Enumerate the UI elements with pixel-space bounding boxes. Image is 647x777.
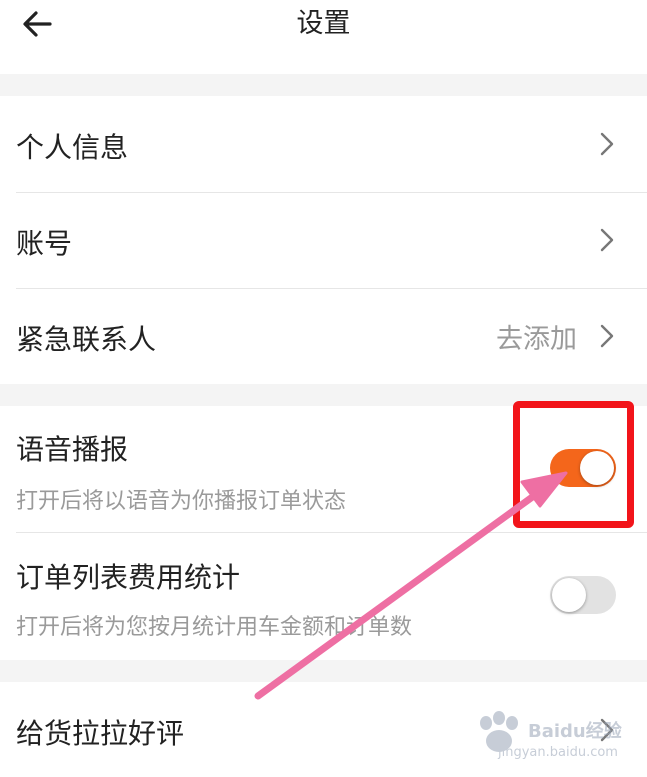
chevron-right-icon [600,228,614,252]
chevron-right-icon [600,132,614,156]
settings-item-account[interactable]: 账号 [0,192,647,288]
settings-group-account: 个人信息 账号 紧急联系人 去添加 [0,96,647,384]
header-bar: 设置 [0,0,647,74]
settings-item-label: 账号 [16,227,73,260]
settings-item-emergency-contact[interactable]: 紧急联系人 去添加 [0,288,647,384]
settings-item-order-fee-stats: 订单列表费用统计 打开后将为您按月统计用车金额和订单数 [0,532,647,660]
settings-item-label: 个人信息 [16,131,129,164]
highlight-box [513,401,634,528]
settings-item-label: 语音播报 [16,433,129,466]
chevron-right-icon [600,324,614,348]
watermark-brand: Baidu经验 [528,721,622,742]
settings-item-label: 给货拉拉好评 [16,717,185,750]
settings-item-description: 打开后将以语音为你播报订单状态 [16,489,347,514]
watermark-url: jingyan.baidu.com [498,745,618,760]
settings-item-personal-info[interactable]: 个人信息 [0,96,647,192]
watermark-logo: Baidu经验 jingyan.baidu.com [470,705,640,771]
settings-item-label: 紧急联系人 [16,323,157,356]
settings-item-description: 打开后将为您按月统计用车金额和订单数 [16,615,413,640]
page-title: 设置 [296,8,351,39]
settings-item-label: 订单列表费用统计 [16,561,241,594]
order-fee-stats-toggle[interactable] [550,576,616,614]
toggle-knob [552,578,586,612]
emergency-contact-value: 去添加 [496,324,577,355]
